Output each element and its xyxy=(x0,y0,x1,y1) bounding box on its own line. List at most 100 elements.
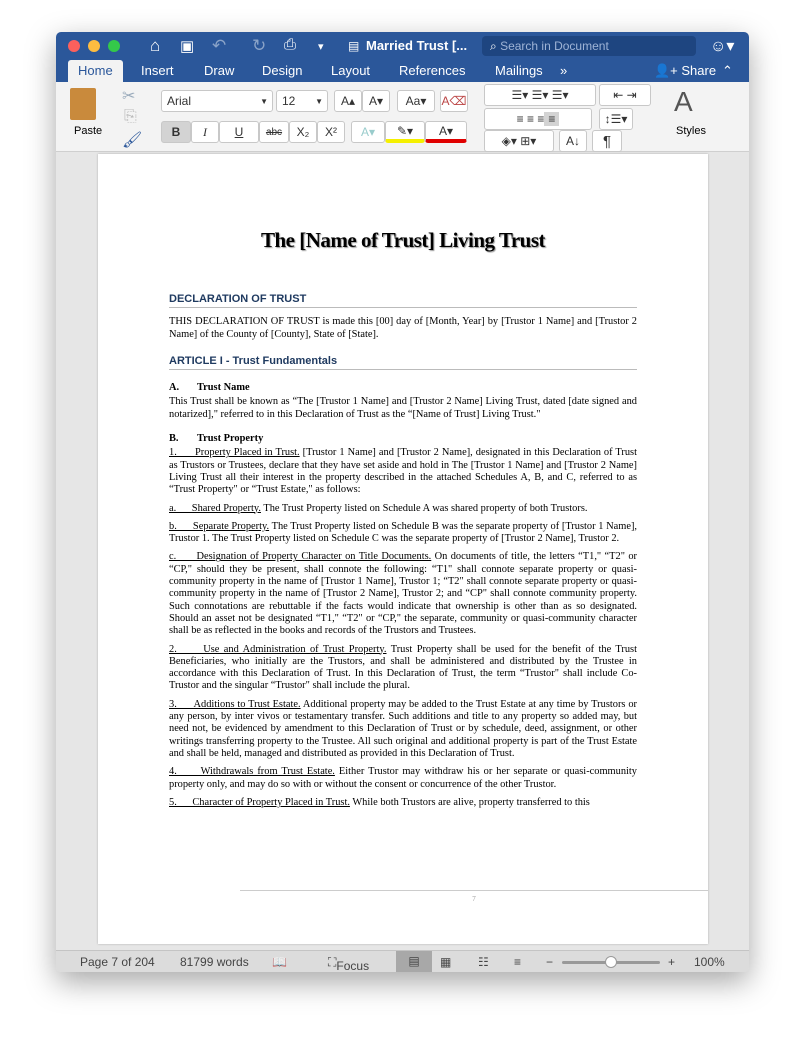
highlight-button[interactable]: ✎▾ xyxy=(385,121,425,143)
share-label: Share xyxy=(681,63,717,78)
underline-button[interactable]: U xyxy=(219,121,259,143)
paragraph-heading: 1. Property Placed in Trust. xyxy=(169,447,300,459)
paragraph-heading: 2. Use and Administration of Trust Prope… xyxy=(169,643,387,655)
zoom-button[interactable] xyxy=(108,40,120,52)
styles-icon[interactable]: A xyxy=(674,86,693,118)
close-button[interactable] xyxy=(68,40,80,52)
section-heading-declaration: DECLARATION OF TRUST xyxy=(169,293,637,309)
account-smiley-icon[interactable]: ☺▾ xyxy=(710,36,734,56)
subheading-title: Trust Property xyxy=(197,433,264,445)
focus-label: Focus xyxy=(336,959,370,972)
window-title: Married Trust [... xyxy=(366,38,468,53)
home-icon[interactable]: ⌂ xyxy=(150,36,160,56)
trust-name-paragraph: This Trust shall be known as “The [Trust… xyxy=(169,396,637,420)
list-buttons[interactable]: ☰▾ ☰▾ ☰▾ xyxy=(484,84,596,106)
share-button[interactable]: 👤+ Share xyxy=(654,63,716,79)
strikethrough-button[interactable]: abc xyxy=(259,121,289,143)
shrink-font-button[interactable]: A▾ xyxy=(362,90,390,112)
search-icon: ⌕ xyxy=(490,39,501,53)
search-input[interactable]: ⌕ Search in Document xyxy=(482,36,696,56)
numbered-paragraph: a. Shared Property. The Trust Property l… xyxy=(169,503,637,515)
tab-layout[interactable]: Layout xyxy=(331,63,370,78)
print-icon[interactable]: ⎙ xyxy=(284,36,296,53)
font-size-value: 12 xyxy=(282,94,296,108)
web-layout-view-button[interactable]: ▦ xyxy=(440,955,451,969)
minimize-button[interactable] xyxy=(88,40,100,52)
zoom-in-button[interactable]: + xyxy=(668,955,675,969)
undo-icon[interactable]: ↶ xyxy=(212,36,226,56)
format-painter-icon[interactable]: 🖌 xyxy=(122,130,142,150)
save-icon[interactable]: ▣ xyxy=(180,37,194,55)
paragraph-heading: b. Separate Property. xyxy=(169,520,270,532)
font-name-value: Arial xyxy=(167,94,192,108)
tab-mailings[interactable]: Mailings xyxy=(495,63,543,78)
document-page[interactable]: The [Name of Trust] Living Trust DECLARA… xyxy=(98,154,708,944)
grow-font-button[interactable]: A▴ xyxy=(334,90,362,112)
proofing-icon[interactable]: 📖 xyxy=(272,955,287,969)
customize-toolbar-icon[interactable]: ▾ xyxy=(318,40,324,53)
change-case-button[interactable]: Aa▾ xyxy=(397,90,435,112)
copy-icon[interactable]: ⎘ xyxy=(124,108,137,126)
subheading-trust-name: A. Trust Name xyxy=(169,382,637,394)
numbered-paragraph: 1. Property Placed in Trust. [Trustor 1 … xyxy=(169,447,637,496)
zoom-slider-handle[interactable] xyxy=(605,956,617,968)
focus-button[interactable]: ⛶ Focus xyxy=(328,955,369,972)
chevron-down-icon: ▼ xyxy=(315,96,323,106)
document-area: The [Name of Trust] Living Trust DECLARA… xyxy=(56,152,749,950)
subscript-button[interactable]: X₂ xyxy=(289,121,317,143)
page-count[interactable]: Page 7 of 204 xyxy=(80,955,155,969)
font-name-select[interactable]: Arial ▼ xyxy=(161,90,273,112)
numbered-paragraph: 5. Character of Property Placed in Trust… xyxy=(169,797,637,809)
numbered-paragraph: 4. Withdrawals from Trust Estate. Either… xyxy=(169,766,637,791)
paragraph-heading: 5. Character of Property Placed in Trust… xyxy=(169,796,350,808)
document-title: The [Name of Trust] Living Trust xyxy=(260,228,546,252)
tab-references[interactable]: References xyxy=(399,63,465,78)
paragraph-heading: a. Shared Property. xyxy=(169,502,261,514)
numbered-paragraph: 3. Additions to Trust Estate. Additional… xyxy=(169,699,637,760)
show-formatting-button[interactable]: ¶ xyxy=(592,130,622,152)
paragraph-text: While both Trustors are alive, property … xyxy=(349,796,590,808)
outline-view-button[interactable]: ☷ xyxy=(478,955,489,969)
paste-icon[interactable] xyxy=(70,88,96,120)
more-tabs-chevron-icon[interactable]: » xyxy=(560,63,567,78)
subheading-title: Trust Name xyxy=(197,382,250,394)
word-count[interactable]: 81799 words xyxy=(180,955,249,969)
font-size-select[interactable]: 12 ▼ xyxy=(276,90,328,112)
page-footer: 7 xyxy=(240,890,708,905)
status-bar: Page 7 of 204 81799 words 📖 ⛶ Focus ▤ ▦ … xyxy=(56,950,749,972)
zoom-slider[interactable] xyxy=(562,956,660,968)
search-placeholder: Search in Document xyxy=(500,39,609,53)
zoom-out-button[interactable]: − xyxy=(546,955,553,969)
bold-button[interactable]: B xyxy=(161,121,191,143)
clear-formatting-button[interactable]: A⌫ xyxy=(440,90,468,112)
collapse-ribbon-icon[interactable]: ⌃ xyxy=(722,63,733,79)
font-color-button[interactable]: A▾ xyxy=(425,121,467,143)
alignment-buttons[interactable]: ≡ ≡ ≡ ≡ xyxy=(484,108,592,130)
document-icon: ▤ xyxy=(348,39,360,53)
redo-icon[interactable]: ↻ xyxy=(252,36,266,56)
tab-home[interactable]: Home xyxy=(68,60,123,82)
tab-design[interactable]: Design xyxy=(262,63,302,78)
ribbon-tabs: Home Insert Draw Design Layout Reference… xyxy=(56,60,749,82)
print-layout-view-button[interactable]: ▤ xyxy=(396,951,432,972)
zoom-level[interactable]: 100% xyxy=(694,955,725,969)
paragraph-text: On documents of title, the letters “T1,"… xyxy=(169,551,637,637)
numbered-paragraph: c. Designation of Property Character on … xyxy=(169,551,637,637)
italic-button[interactable]: I xyxy=(191,121,219,143)
subheading-number: B. xyxy=(169,433,179,445)
indent-buttons[interactable]: ⇤ ⇥ xyxy=(599,84,651,106)
line-spacing-button[interactable]: ↕☰▾ xyxy=(599,108,633,130)
superscript-button[interactable]: X² xyxy=(317,121,345,143)
draft-view-button[interactable]: ≡ xyxy=(514,955,521,969)
shading-borders-buttons[interactable]: ◈▾ ⊞▾ xyxy=(484,130,554,152)
sort-button[interactable]: A↓ xyxy=(559,130,587,152)
text-effects-button[interactable]: A▾ xyxy=(351,121,385,143)
paste-label[interactable]: Paste xyxy=(74,125,102,137)
styles-label[interactable]: Styles xyxy=(676,125,706,137)
numbered-paragraph: b. Separate Property. The Trust Property… xyxy=(169,521,637,546)
numbered-paragraph: 2. Use and Administration of Trust Prope… xyxy=(169,644,637,693)
tab-insert[interactable]: Insert xyxy=(141,63,174,78)
cut-icon[interactable]: ✂ xyxy=(122,86,135,106)
declaration-paragraph: THIS DECLARATION OF TRUST is made this [… xyxy=(169,316,637,340)
tab-draw[interactable]: Draw xyxy=(204,63,234,78)
